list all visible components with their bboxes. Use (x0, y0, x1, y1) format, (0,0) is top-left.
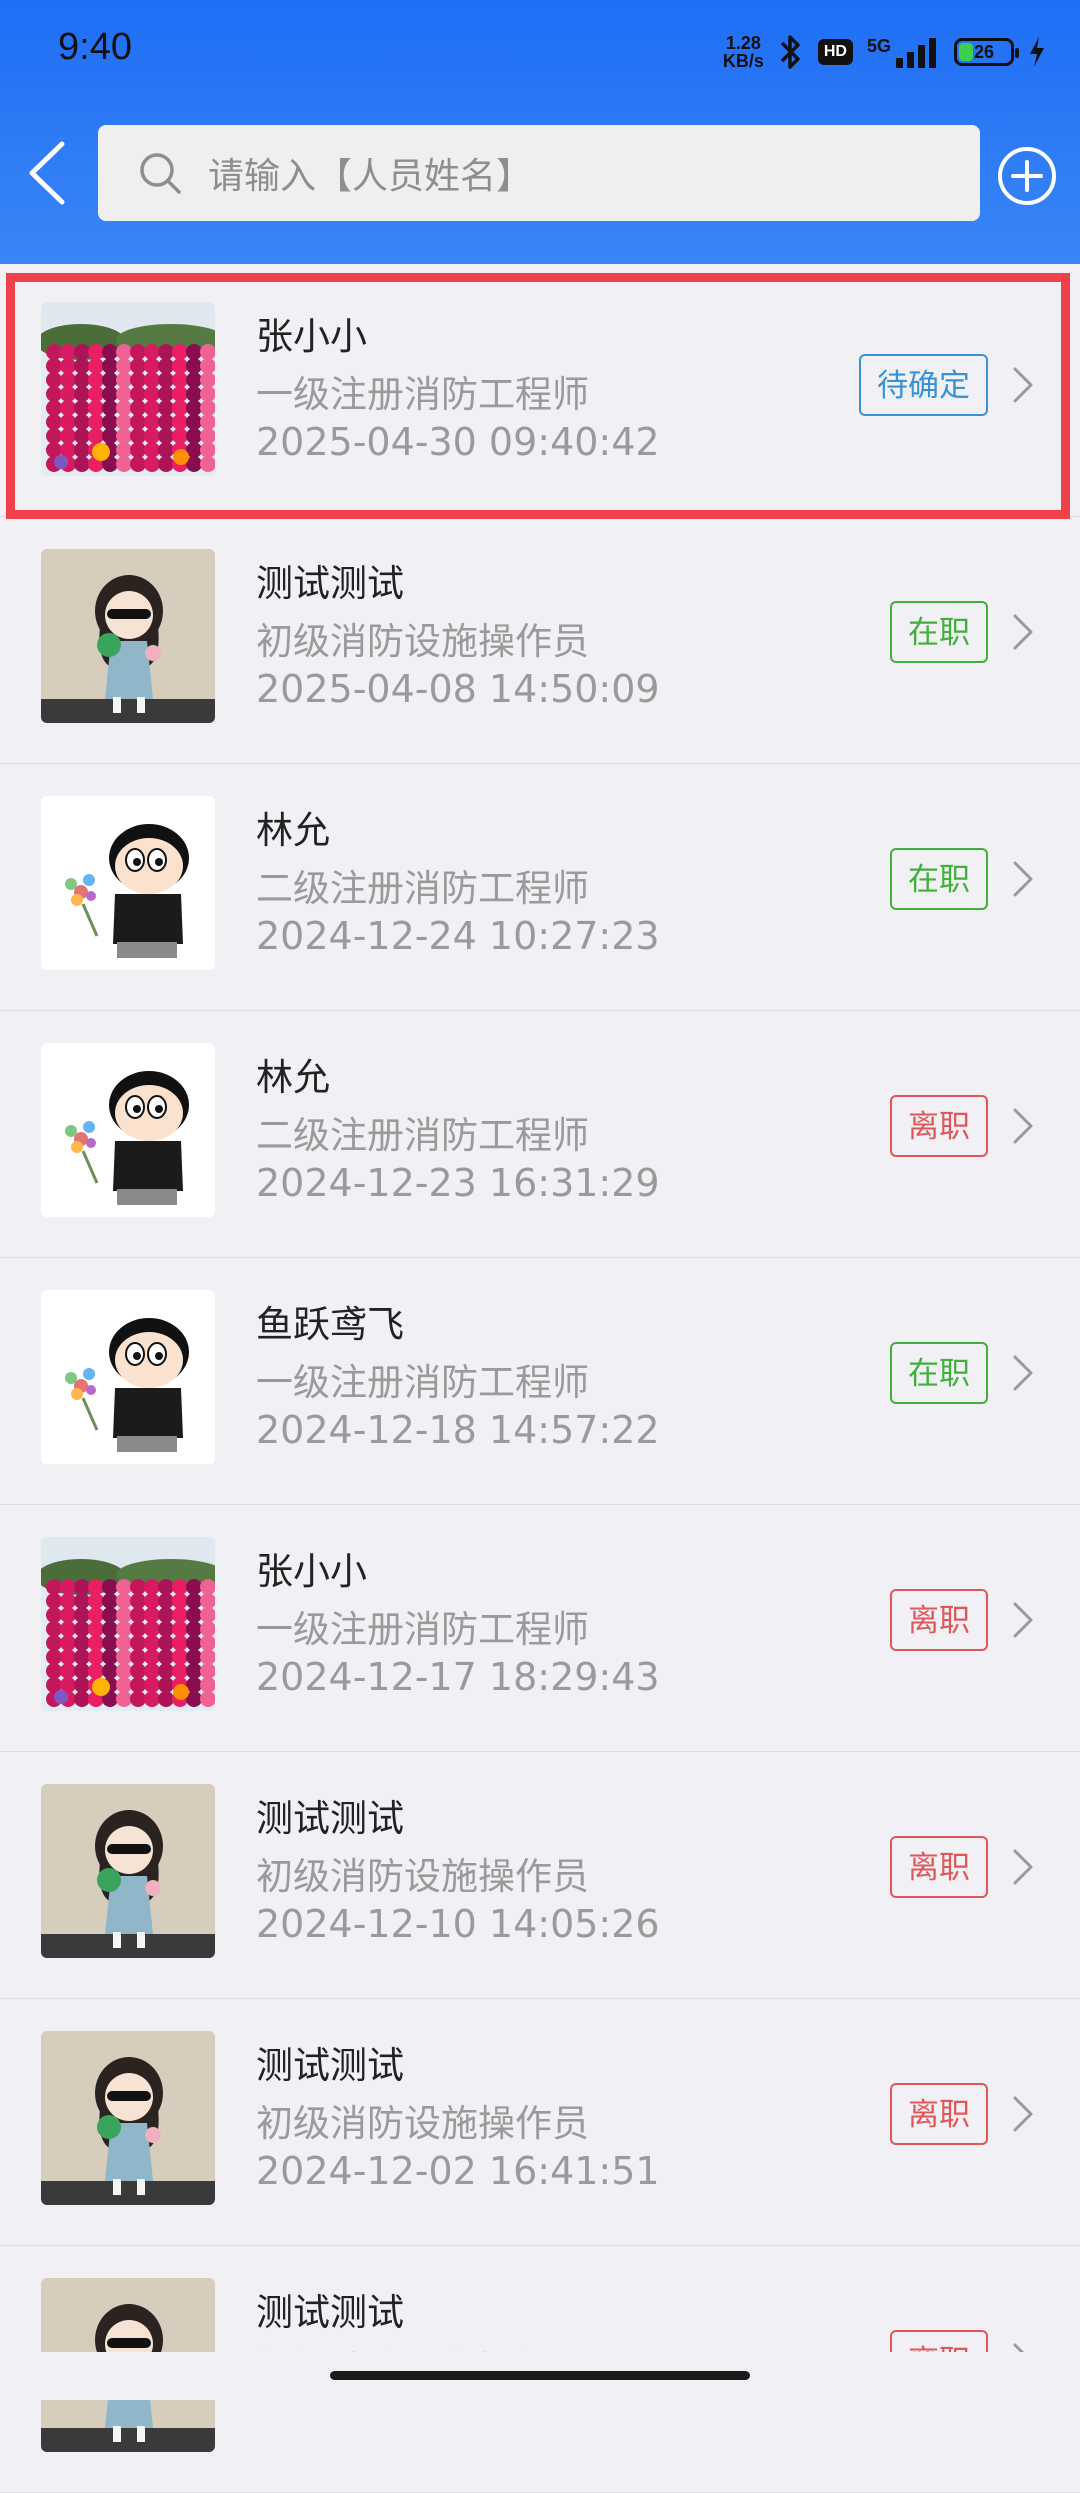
person-role: 二级注册消防工程师 (256, 867, 589, 910)
avatar (41, 302, 215, 476)
person-name: 张小小 (256, 1550, 367, 1593)
list-item[interactable]: 张小小一级注册消防工程师 2024-12-17 18:29:43 离职 (0, 1505, 1080, 1752)
status-badge: 在职 (890, 848, 988, 910)
search-icon (140, 153, 181, 194)
app-header: 9:40 1.28 KB/s HD 5G 26 请输入【人员姓名】 (0, 0, 1080, 264)
charging-icon (1030, 37, 1044, 67)
record-date: 2024-12-23 16:31:29 (256, 1161, 660, 1205)
record-date: 2025-04-30 09:40:42 (256, 420, 660, 464)
avatar (41, 1290, 215, 1464)
status-badge: 离职 (890, 1589, 988, 1651)
list-item[interactable]: 林允二级注册消防工程师 2024-12-24 10:27:23 在职 (0, 764, 1080, 1011)
person-name: 测试测试 (256, 562, 404, 605)
record-date: 2024-12-18 14:57:22 (256, 1408, 660, 1452)
status-icons: 1.28 KB/s HD 5G 26 (723, 28, 1046, 76)
network-speed: 1.28 KB/s (723, 34, 764, 70)
bluetooth-icon (780, 35, 800, 69)
person-name: 鱼跃鸢飞 (256, 1303, 404, 1346)
personnel-list: 张小小 一级注册消防工程师 2025-04-30 09:40:42 待确定 测试测试 初级… (0, 270, 1080, 2493)
list-item[interactable]: 测试测试初级消防设施操作员 2024-12-10 14:05:26 离职 (0, 1752, 1080, 1999)
network-type: 5G (866, 36, 891, 56)
status-badge: 离职 (890, 1095, 988, 1157)
chevron-right-icon (1013, 1355, 1033, 1391)
chevron-right-icon (1013, 1602, 1033, 1638)
back-button[interactable] (22, 138, 72, 208)
chevron-right-icon (1013, 367, 1033, 403)
record-date: 2024-12-10 14:05:26 (256, 1902, 660, 1946)
battery-percent: 26 (973, 41, 995, 62)
person-name: 林允 (256, 809, 330, 852)
person-role: 一级注册消防工程师 (256, 1361, 589, 1404)
list-item[interactable]: 林允二级注册消防工程师 2024-12-23 16:31:29 离职 (0, 1011, 1080, 1258)
avatar (41, 549, 215, 723)
status-badge: 离职 (890, 2083, 988, 2145)
signal-indicator: 5G (867, 36, 940, 68)
chevron-right-icon (1013, 861, 1033, 897)
list-item[interactable]: 测试测试初级消防设施操作员 2024-12-02 16:41:51 离职 (0, 1999, 1080, 2246)
avatar (41, 2031, 215, 2205)
search-placeholder: 请输入【人员姓名】 (208, 156, 533, 197)
chevron-right-icon (1013, 1849, 1033, 1885)
record-date: 2024-12-02 16:41:51 (256, 2149, 660, 2193)
record-date: 2024-12-17 18:29:43 (256, 1655, 660, 1699)
status-badge: 在职 (890, 601, 988, 663)
signal-icon (896, 38, 936, 68)
chevron-right-icon (1013, 2096, 1033, 2132)
chevron-right-icon (1013, 1108, 1033, 1144)
home-indicator[interactable] (330, 2371, 750, 2380)
person-name: 测试测试 (256, 1797, 404, 1840)
status-badge: 在职 (890, 1342, 988, 1404)
person-role: 初级消防设施操作员 (256, 1855, 589, 1898)
avatar (41, 1784, 215, 1958)
network-speed-unit: KB/s (722, 51, 764, 71)
battery-icon: 26 (954, 38, 1019, 66)
person-role: 初级消防设施操作员 (256, 620, 589, 663)
add-button[interactable] (996, 145, 1058, 207)
person-role: 一级注册消防工程师 (256, 373, 589, 416)
person-role: 一级注册消防工程师 (256, 1608, 589, 1651)
status-badge: 离职 (890, 1836, 988, 1898)
record-date: 2024-12-24 10:27:23 (256, 914, 660, 958)
status-badge: 待确定 (859, 354, 988, 416)
person-name: 测试测试 (256, 2291, 404, 2334)
person-name: 张小小 (256, 315, 367, 358)
search-input[interactable]: 请输入【人员姓名】 (98, 125, 980, 221)
list-item[interactable]: 鱼跃鸢飞一级注册消防工程师 2024-12-18 14:57:22 在职 (0, 1258, 1080, 1505)
avatar (41, 796, 215, 970)
record-date: 2025-04-08 14:50:09 (256, 667, 660, 711)
person-role: 初级消防设施操作员 (256, 2102, 589, 2145)
avatar (41, 1537, 215, 1711)
network-speed-value: 1.28 (725, 33, 761, 53)
list-item[interactable]: 张小小一级注册消防工程师 2025-04-30 09:40:42 待确定 (0, 270, 1080, 517)
person-role: 二级注册消防工程师 (256, 1114, 589, 1157)
person-name: 测试测试 (256, 2044, 404, 2087)
status-time: 9:40 (58, 26, 132, 68)
avatar (41, 1043, 215, 1217)
list-item[interactable]: 测试测试初级消防设施操作员 2025-04-08 14:50:09 在职 (0, 517, 1080, 764)
chevron-right-icon (1013, 614, 1033, 650)
person-name: 林允 (256, 1056, 330, 1099)
hd-badge: HD (817, 39, 853, 65)
status-bar: 9:40 1.28 KB/s HD 5G 26 (0, 0, 1080, 104)
